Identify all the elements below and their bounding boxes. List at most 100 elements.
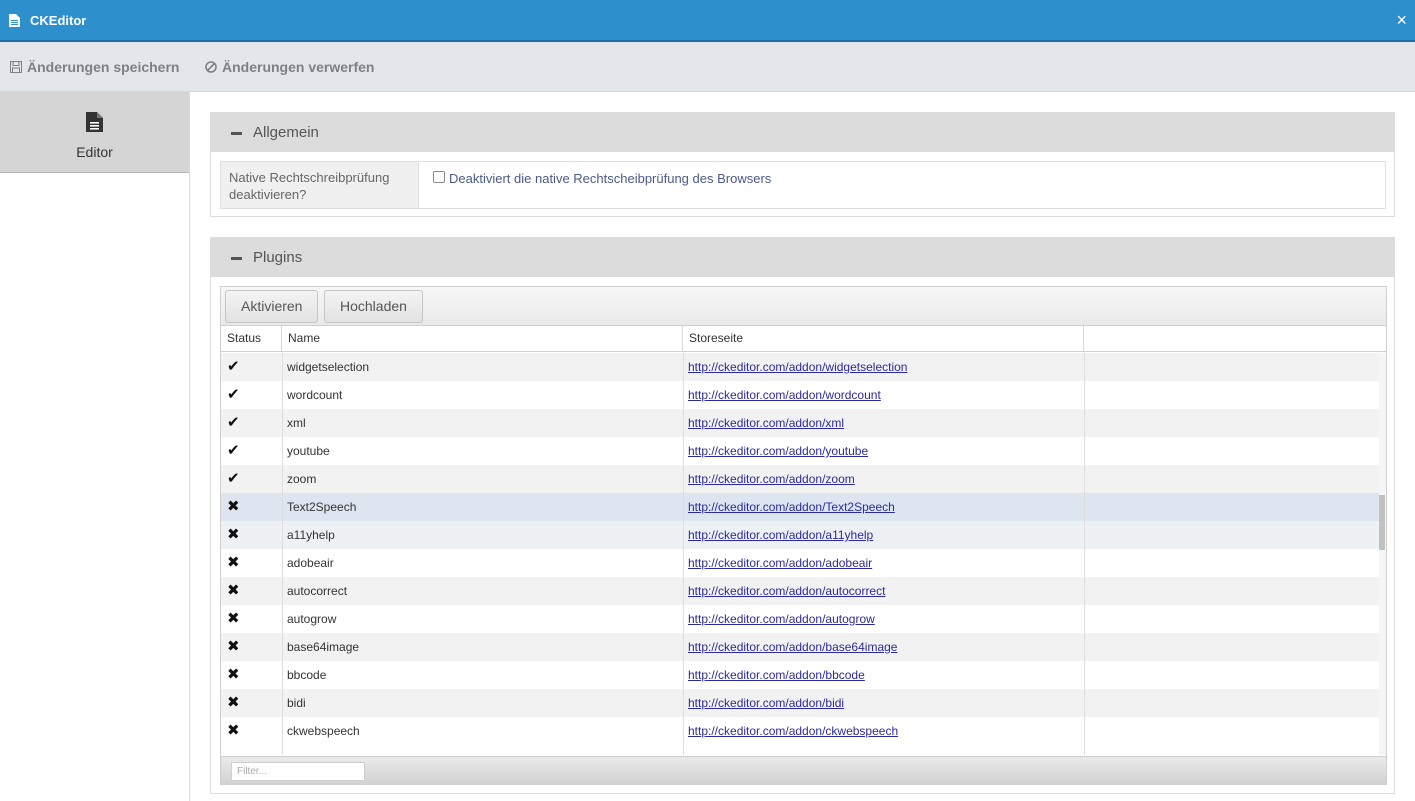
sidebar-item-editor[interactable]: Editor [0, 92, 189, 173]
table-row[interactable]: ✔ wordcount http://ckeditor.com/addon/word… [221, 381, 1379, 409]
general-panel: Allgemein Native Rechtschreibprüfung dea… [210, 112, 1395, 217]
plugin-name: wordcount [287, 388, 343, 402]
table-row[interactable]: ✖ base64image http://ckeditor.com/addon/ba… [221, 633, 1379, 661]
column-divider [282, 353, 283, 755]
store-cell: http://ckeditor.com/addon/wordcount [688, 381, 1083, 409]
plugin-name: autocorrect [287, 584, 348, 598]
store-link[interactable]: http://ckeditor.com/addon/youtube [688, 444, 868, 458]
store-link[interactable]: http://ckeditor.com/addon/widgetselectio… [688, 360, 907, 374]
action-toolbar: Änderungen speichern Änderungen verwerfe… [0, 42, 1415, 92]
store-link[interactable]: http://ckeditor.com/addon/autogrow [688, 612, 875, 626]
spellcheck-checkbox[interactable] [433, 171, 445, 183]
grid-header: Status Name Storeseite [221, 326, 1386, 352]
collapse-icon [231, 132, 242, 135]
column-divider [1084, 353, 1085, 755]
window-titlebar: CKEditor × [0, 0, 1415, 42]
general-panel-title: Allgemein [253, 124, 319, 141]
plugin-name: a11yhelp [287, 528, 335, 542]
store-link[interactable]: http://ckeditor.com/addon/Text2Speech [688, 500, 895, 514]
plugin-name: widgetselection [287, 360, 370, 374]
store-cell: http://ckeditor.com/addon/a11yhelp [688, 521, 1083, 549]
store-link[interactable]: http://ckeditor.com/addon/bidi [688, 696, 844, 710]
table-row[interactable]: ✖ a11yhelp http://ckeditor.com/addon/a11yh… [221, 521, 1379, 549]
active-check-icon: ✔ [227, 470, 240, 487]
store-cell: http://ckeditor.com/addon/xml [688, 409, 1083, 437]
table-row[interactable]: ✖ autogrow http://ckeditor.com/addon/autog… [221, 605, 1379, 633]
store-link[interactable]: http://ckeditor.com/addon/adobeair [688, 556, 872, 570]
column-divider [683, 353, 684, 755]
table-row[interactable]: ✖ Text2Speech http://ckeditor.com/addon/Te… [221, 493, 1379, 521]
discard-changes-label: Änderungen verwerfen [222, 59, 375, 75]
column-header-name[interactable]: Name [282, 326, 683, 351]
store-link[interactable]: http://ckeditor.com/addon/ckwebspeech [688, 724, 898, 738]
plugin-name: bbcode [287, 668, 327, 682]
store-link[interactable]: http://ckeditor.com/addon/zoom [688, 472, 855, 486]
filter-input[interactable] [231, 762, 365, 781]
store-link[interactable]: http://ckeditor.com/addon/xml [688, 416, 844, 430]
inactive-cross-icon: ✖ [227, 666, 240, 683]
sidebar-item-label: Editor [76, 144, 113, 160]
plugin-name: xml [287, 416, 306, 430]
active-check-icon: ✔ [227, 442, 240, 459]
inactive-cross-icon: ✖ [227, 610, 240, 627]
store-link[interactable]: http://ckeditor.com/addon/base64image [688, 640, 897, 654]
active-check-icon: ✔ [227, 358, 240, 375]
store-link[interactable]: http://ckeditor.com/addon/autocorrect [688, 584, 885, 598]
column-header-store[interactable]: Storeseite [683, 326, 1084, 351]
store-cell: http://ckeditor.com/addon/bbcode [688, 661, 1083, 689]
discard-changes-button[interactable]: Änderungen verwerfen [205, 59, 374, 75]
scrollbar-thumb[interactable] [1379, 495, 1385, 550]
store-link[interactable]: http://ckeditor.com/addon/wordcount [688, 388, 881, 402]
ban-icon [205, 61, 217, 73]
activate-button[interactable]: Aktivieren [225, 290, 319, 323]
spellcheck-row: Native Rechtschreibprüfung deaktivieren?… [220, 161, 1386, 209]
table-row[interactable]: ✔ widgetselection http://ckeditor.com/addo… [221, 353, 1379, 381]
inactive-cross-icon: ✖ [227, 694, 240, 711]
document-icon [9, 14, 20, 27]
table-row[interactable]: ✔ zoom http://ckeditor.com/addon/zoom [221, 465, 1379, 493]
active-check-icon: ✔ [227, 414, 240, 431]
window-title: CKEditor [30, 13, 87, 28]
save-changes-label: Änderungen speichern [27, 59, 180, 75]
plugin-name: Text2Speech [287, 500, 357, 514]
sidebar: Editor [0, 92, 190, 801]
plugin-name: adobeair [287, 556, 334, 570]
table-row[interactable]: ✖ adobeair http://ckeditor.com/addon/adobe… [221, 549, 1379, 577]
store-cell: http://ckeditor.com/addon/zoom [688, 465, 1083, 493]
plugin-name: ckwebspeech [287, 724, 360, 738]
inactive-cross-icon: ✖ [227, 554, 240, 571]
close-icon[interactable]: × [1396, 10, 1407, 30]
table-row[interactable]: ✖ ckwebspeech http://ckeditor.com/addon/ck… [221, 717, 1379, 745]
grid-toolbar: Aktivieren Hochladen [221, 287, 1386, 326]
save-changes-button[interactable]: Änderungen speichern [10, 59, 179, 75]
spellcheck-checkbox-label: Deaktiviert die native Rechtscheibprüfun… [449, 171, 772, 186]
store-cell: http://ckeditor.com/addon/widgetselectio… [688, 353, 1083, 381]
plugins-panel-header[interactable]: Plugins [211, 238, 1394, 277]
file-text-icon [86, 112, 103, 132]
table-row[interactable]: ✖ bidi http://ckeditor.com/addon/bidi [221, 689, 1379, 717]
store-cell: http://ckeditor.com/addon/autocorrect [688, 577, 1083, 605]
table-row[interactable]: ✖ bbcode http://ckeditor.com/addon/bbcode [221, 661, 1379, 689]
store-cell: http://ckeditor.com/addon/ckwebspeech [688, 717, 1083, 745]
table-row[interactable]: ✖ autocorrect http://ckeditor.com/addon/au… [221, 577, 1379, 605]
store-cell: http://ckeditor.com/addon/bidi [688, 689, 1083, 717]
inactive-cross-icon: ✖ [227, 638, 240, 655]
inactive-cross-icon: ✖ [227, 526, 240, 543]
active-check-icon: ✔ [227, 386, 240, 403]
store-cell: http://ckeditor.com/addon/autogrow [688, 605, 1083, 633]
store-link[interactable]: http://ckeditor.com/addon/bbcode [688, 668, 865, 682]
table-row[interactable]: ✔ youtube http://ckeditor.com/addon/youtub… [221, 437, 1379, 465]
scrollbar-track[interactable] [1379, 353, 1386, 755]
inactive-cross-icon: ✖ [227, 722, 240, 739]
plugins-grid: Aktivieren Hochladen Status Name Storese… [220, 286, 1387, 785]
table-row[interactable]: ✔ xml http://ckeditor.com/addon/xml [221, 409, 1379, 437]
collapse-icon [231, 257, 242, 260]
plugin-name: youtube [287, 444, 330, 458]
spellcheck-option[interactable]: Deaktiviert die native Rechtscheibprüfun… [433, 171, 771, 186]
store-link[interactable]: http://ckeditor.com/addon/a11yhelp [688, 528, 873, 542]
plugins-panel: Plugins Aktivieren Hochladen Status Name… [210, 237, 1395, 794]
column-header-status[interactable]: Status [221, 326, 282, 351]
general-panel-header[interactable]: Allgemein [211, 113, 1394, 152]
upload-button[interactable]: Hochladen [324, 290, 423, 323]
store-cell: http://ckeditor.com/addon/base64image [688, 633, 1083, 661]
